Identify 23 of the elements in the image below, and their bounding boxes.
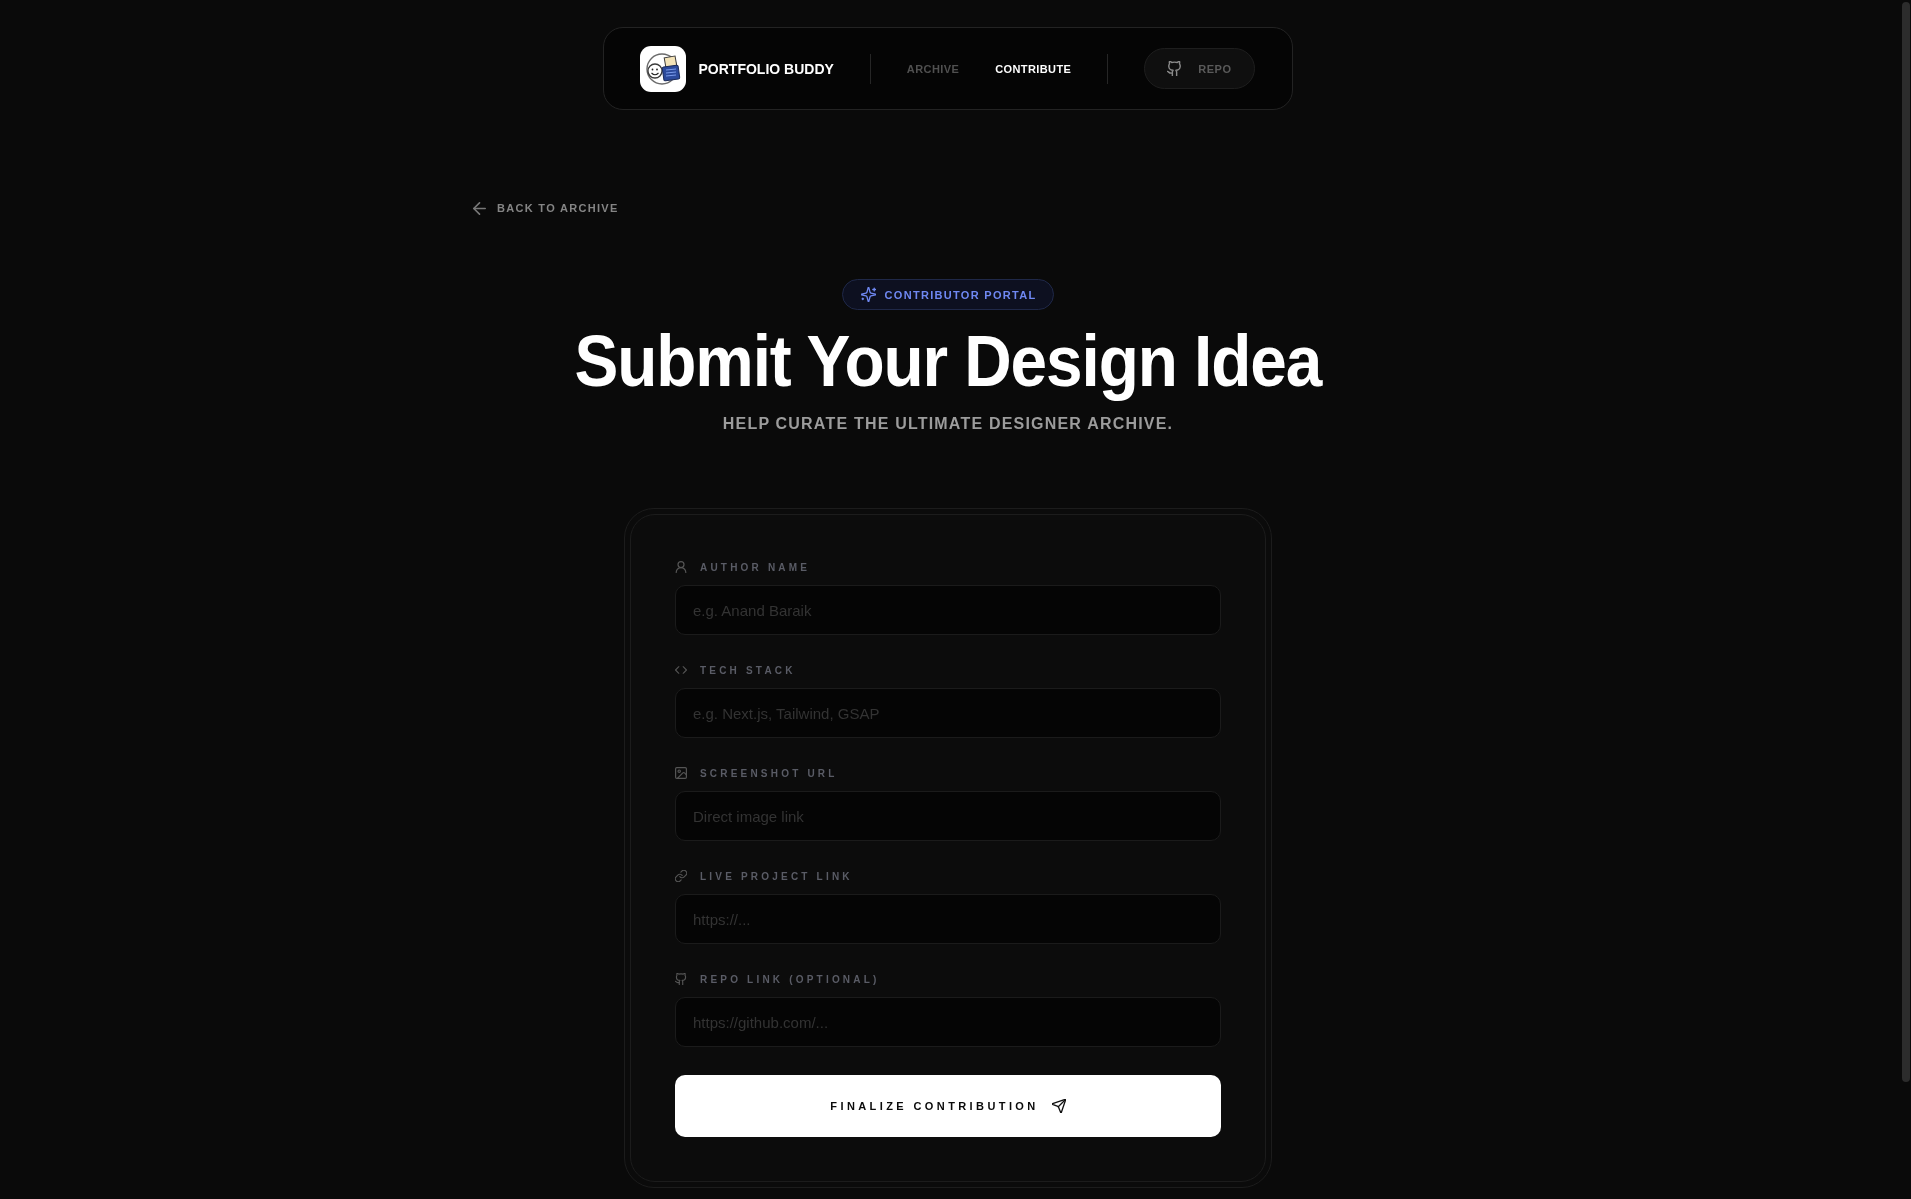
field-label: LIVE PROJECT LINK [700,870,853,882]
nav-link[interactable]: CONTRIBUTE [995,62,1072,75]
back-link[interactable]: BACK TO ARCHIVE [473,200,619,216]
field-label: TECH STACK [700,664,796,676]
image-icon [675,767,687,779]
code-icon [675,664,687,676]
logo-icon[interactable] [639,45,686,92]
brand-name: PORTFOLIO BUDDY [698,60,834,77]
repo-button[interactable]: REPO [1144,48,1256,89]
portal-label: CONTRIBUTOR PORTAL [884,288,1037,301]
field-label: SCREENSHOT URL [700,767,838,779]
github-icon [1167,61,1183,76]
page-subtitle: HELP CURATE THE ULTIMATE DESIGNER ARCHIVE. [722,414,1174,433]
arrow-left-icon [473,201,486,215]
field-label: REPO LINK (OPTIONAL) [700,973,880,985]
field-label: AUTHOR NAME [700,561,811,573]
scrollbar-thumb[interactable] [1902,2,1910,1082]
send-icon [1051,1099,1066,1113]
sparkle-icon [860,287,876,302]
link-icon [675,870,687,882]
github-icon [675,973,687,985]
submit-button[interactable]: FINALIZE CONTRIBUTION [675,1075,1221,1137]
user-icon [675,561,687,573]
